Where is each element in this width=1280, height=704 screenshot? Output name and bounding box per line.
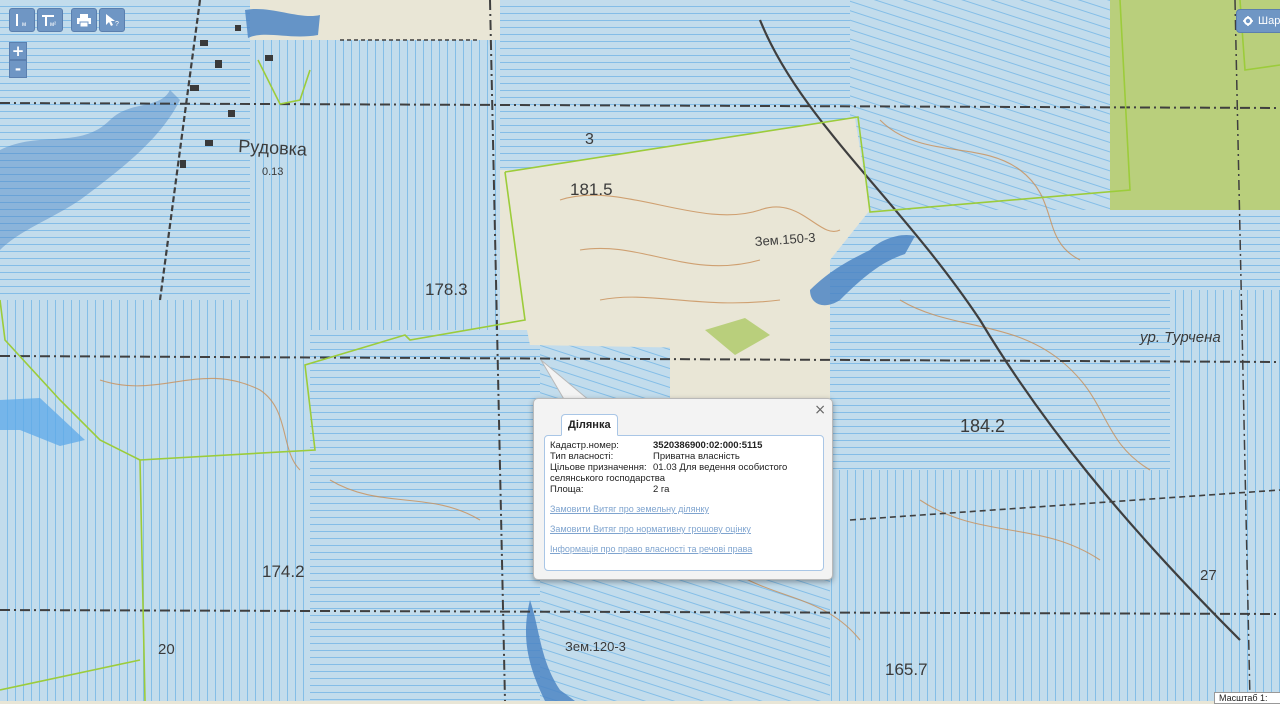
order-valuation-extract-link[interactable]: Замовити Витяг про нормативну грошову оц…: [550, 524, 818, 534]
ownership-type: Приватна власність: [653, 451, 740, 462]
scale-indicator: Масштаб 1:: [1214, 692, 1280, 704]
field-label: Кадастр.номер:: [550, 440, 619, 451]
util-toolbar: ?: [71, 8, 125, 32]
identify-icon: ?: [106, 14, 119, 27]
svg-text:м²: м²: [50, 22, 56, 27]
layers-button[interactable]: Шари: [1236, 9, 1280, 33]
order-parcel-extract-link[interactable]: Замовити Витяг про земельну ділянку: [550, 504, 818, 514]
map-label-8: ур. Турчена: [1139, 329, 1221, 346]
gear-icon: [1243, 16, 1253, 26]
field-row: Тип власності: Приватна власність: [550, 451, 818, 462]
purpose-value: 01.03 Для ведення особистого: [653, 462, 788, 473]
map-label-0: Рудовка: [238, 136, 309, 160]
svg-text:?: ?: [115, 21, 119, 27]
field-label: Цільове призначення:: [550, 462, 647, 473]
field-label: Площа:: [550, 484, 584, 495]
map-label-7: Зем.120-3: [565, 639, 626, 654]
print-button[interactable]: [71, 8, 97, 32]
close-icon[interactable]: ×: [814, 402, 826, 418]
map-label-2: 178.3: [425, 280, 468, 299]
field-label: Тип власності:: [550, 451, 614, 462]
map-label-12: 0.13: [262, 166, 283, 178]
svg-text:м: м: [22, 22, 26, 27]
area-value: 2 га: [653, 484, 670, 495]
popup-content: Кадастр.номер: 3520386900:02:000:5115 Ти…: [544, 435, 824, 571]
map-label-9: 3: [585, 131, 594, 148]
measure-toolbar: м м²: [9, 8, 63, 32]
measure-area-icon: м²: [42, 15, 56, 27]
map-label-10: 20: [158, 641, 175, 658]
cadastral-map[interactable]: Рудовка 181.5 178.3 Зем.150-3 184.2 174.…: [0, 0, 1280, 701]
map-label-4: 184.2: [960, 416, 1005, 436]
zoom-out-button[interactable]: -: [9, 60, 27, 78]
tab-parcel[interactable]: Ділянка: [561, 414, 618, 436]
field-row: Площа: 2 га: [550, 484, 818, 495]
measure-length-icon: м: [16, 14, 26, 27]
identify-button[interactable]: ?: [99, 8, 125, 32]
ownership-info-link[interactable]: Інформація про право власності та речові…: [550, 544, 818, 554]
field-row: Кадастр.номер: 3520386900:02:000:5115: [550, 440, 818, 451]
measure-length-button[interactable]: м: [9, 8, 35, 32]
map-label-6: 165.7: [885, 660, 928, 679]
measure-area-button[interactable]: м²: [37, 8, 63, 32]
layers-label: Шари: [1258, 15, 1280, 27]
map-label-11: 27: [1200, 567, 1217, 584]
print-icon: [77, 13, 91, 27]
cadastral-number: 3520386900:02:000:5115: [653, 440, 763, 451]
parcel-info-popup: × Ділянка Кадастр.номер: 3520386900:02:0…: [533, 398, 833, 580]
zoom-in-button[interactable]: +: [9, 42, 27, 60]
field-row: Цільове призначення: 01.03 Для ведення о…: [550, 462, 818, 473]
map-label-1: 181.5: [570, 180, 613, 199]
purpose-continuation: селянського господарства: [550, 473, 666, 484]
map-label-5: 174.2: [262, 562, 305, 581]
